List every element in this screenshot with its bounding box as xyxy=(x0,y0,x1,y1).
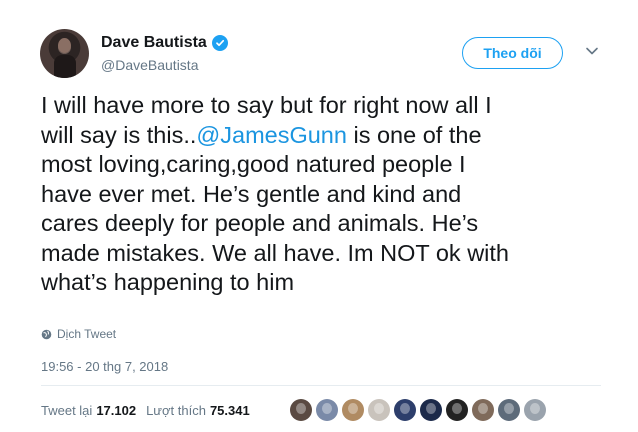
author-name-row: Dave Bautista xyxy=(101,34,228,52)
author-avatar[interactable] xyxy=(40,29,89,78)
avatar-body xyxy=(54,55,76,78)
retweets-count[interactable]: 17.102 xyxy=(96,403,136,418)
liker-avatar[interactable] xyxy=(394,399,416,421)
liker-avatar[interactable] xyxy=(524,399,546,421)
tweet-line: cares deeply for people and animals. He’… xyxy=(41,210,479,236)
liker-avatar[interactable] xyxy=(368,399,390,421)
tweet-line: have ever met. He’s gentle and kind and xyxy=(41,180,462,207)
tweet-timestamp[interactable]: 19:56 - 20 thg 7, 2018 xyxy=(41,359,168,374)
liker-avatar[interactable] xyxy=(498,399,520,421)
tweet-line: will say is this..@JamesGunn is one of t… xyxy=(41,121,611,151)
liker-avatar[interactable] xyxy=(420,399,442,421)
liker-avatar[interactable] xyxy=(290,399,312,421)
translate-tweet-link[interactable]: Dịch Tweet xyxy=(41,327,116,341)
tweet-line-part: will say is this.. xyxy=(41,121,197,148)
author-handle[interactable]: @DaveBautista xyxy=(101,57,198,73)
tweet-line: most loving,caring,good natured people I xyxy=(41,151,466,177)
tweet-line: made mistakes. We all have. Im NOT ok wi… xyxy=(41,239,509,266)
liker-avatar[interactable] xyxy=(316,399,338,421)
divider xyxy=(41,385,601,386)
liker-avatars xyxy=(290,399,550,421)
liker-avatar[interactable] xyxy=(472,399,494,421)
tweet-stats: Tweet lại 17.102 Lượt thích 75.341 xyxy=(41,403,250,418)
likes-count[interactable]: 75.341 xyxy=(210,403,250,418)
avatar-head xyxy=(58,38,71,53)
author-name[interactable]: Dave Bautista xyxy=(101,34,207,52)
chevron-down-icon[interactable] xyxy=(585,46,599,56)
mention-link[interactable]: @JamesGunn xyxy=(196,122,347,148)
tweet-line: I will have more to say but for right no… xyxy=(41,92,492,118)
retweets-label[interactable]: Tweet lại xyxy=(41,403,92,418)
verified-badge-icon xyxy=(211,35,228,51)
liker-avatar[interactable] xyxy=(446,399,468,421)
tweet-line-part: is one of the xyxy=(353,121,482,148)
globe-icon xyxy=(41,329,52,339)
translate-label: Dịch Tweet xyxy=(57,327,117,341)
tweet-text: I will have more to say but for right no… xyxy=(41,91,611,298)
likes-label[interactable]: Lượt thích xyxy=(146,403,206,418)
tweet-line: what’s happening to him xyxy=(41,269,295,295)
follow-button[interactable]: Theo dõi xyxy=(462,37,563,69)
liker-avatar[interactable] xyxy=(342,399,364,421)
